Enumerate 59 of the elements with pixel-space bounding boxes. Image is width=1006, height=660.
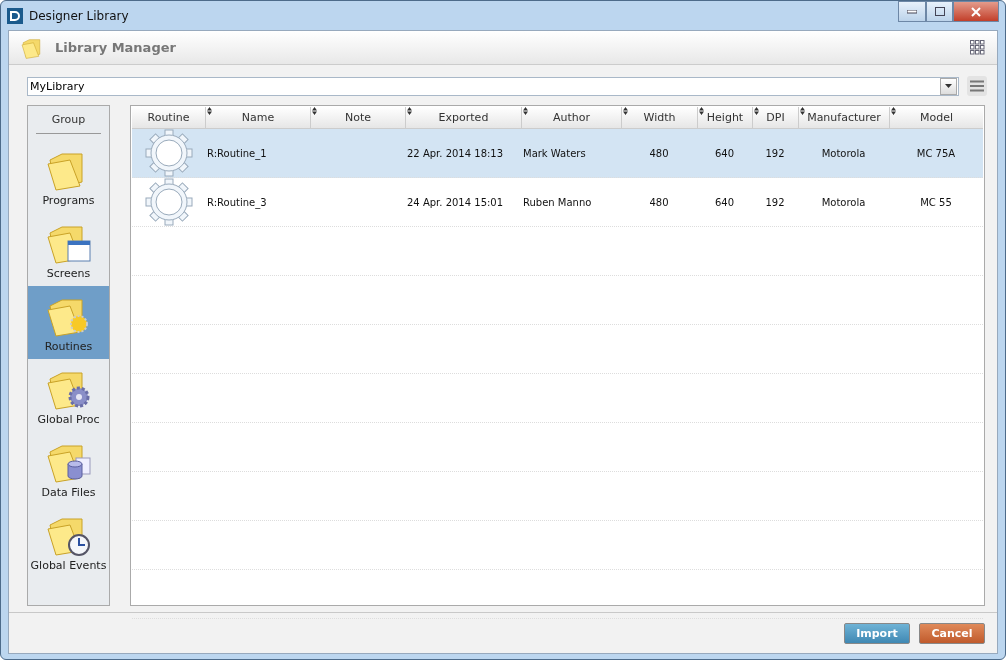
table-row[interactable]: R:Routine_3 24 Apr. 2014 15:01 Ruben Manno 480 640 192 Motorola MC 55 [132,178,983,227]
grid-icon[interactable] [970,40,985,55]
table-cell-text: 22 Apr. 2014 18:13 [406,147,505,159]
table-cell-text: 480 [648,196,670,208]
column-header[interactable]: Manufacturer [807,111,881,124]
gear-icon [143,129,194,177]
sort-icon[interactable] [699,107,704,115]
table-row[interactable]: R:Routine_1 22 Apr. 2014 18:13 Mark Waters 480 640 192 Motorola MC 75A [132,129,983,178]
sort-icon[interactable] [312,107,317,115]
sidebar-item[interactable]: Global Events [28,505,109,578]
sort-icon[interactable] [523,107,528,115]
minimize-icon [907,9,917,14]
panel-title: Library Manager [55,40,176,55]
table-cell-text: Ruben Manno [522,196,593,208]
sidebar-item[interactable]: Data Files [28,432,109,505]
window-title: Designer Library [29,8,129,23]
sidebar-item[interactable]: Global Proc [28,359,109,432]
table-cell-text: Motorola [820,196,867,208]
table-cell-text: 640 [713,147,736,159]
sort-icon[interactable] [407,107,412,115]
column-header[interactable]: Name [241,111,275,124]
table-cell-text: MC 55 [919,196,953,208]
column-header[interactable]: Routine [147,111,190,124]
app-logo-icon [7,7,23,24]
sidebar-item[interactable]: Programs [28,140,109,213]
table-cell-text: MC 75A [915,147,957,159]
table-cell-text: Mark Waters [522,147,587,159]
column-header[interactable]: DPI [766,111,785,124]
sort-icon[interactable] [754,107,759,115]
column-header[interactable]: Author [552,111,590,124]
column-header[interactable]: Width [643,111,676,124]
column-header[interactable]: Model [920,111,953,124]
table-cell-text: Motorola [820,147,867,159]
sidebar-item[interactable]: Routines [28,286,109,359]
close-button[interactable] [953,1,999,22]
caret-icon [945,84,952,88]
table-cell-text: 640 [713,196,736,208]
gear-icon [143,178,194,226]
close-icon [971,6,981,17]
column-header[interactable]: Height [706,111,744,124]
table-cell-text: 24 Apr. 2014 15:01 [406,196,505,208]
sidebar-item[interactable]: Screens [28,213,109,286]
table-cell-text: R:Routine_1 [206,147,268,159]
column-header[interactable]: Exported [438,111,489,124]
column-header[interactable]: Note [344,111,371,124]
table-cell-text: R:Routine_3 [206,196,268,208]
sort-icon[interactable] [891,107,896,115]
library-dropdown[interactable]: MyLibrary [27,76,959,96]
sort-icon[interactable] [800,107,805,115]
sort-icon[interactable] [207,107,212,115]
sort-icon[interactable] [623,107,628,115]
menu-icon [970,80,984,92]
maximize-button[interactable] [926,1,953,22]
maximize-icon [934,7,945,16]
table-cell-text: 480 [648,147,670,159]
table-cell-text: 192 [764,196,786,208]
table-cell-text: 192 [764,147,786,159]
menu-button[interactable] [967,76,987,96]
sidebar-heading: Group [36,106,101,134]
